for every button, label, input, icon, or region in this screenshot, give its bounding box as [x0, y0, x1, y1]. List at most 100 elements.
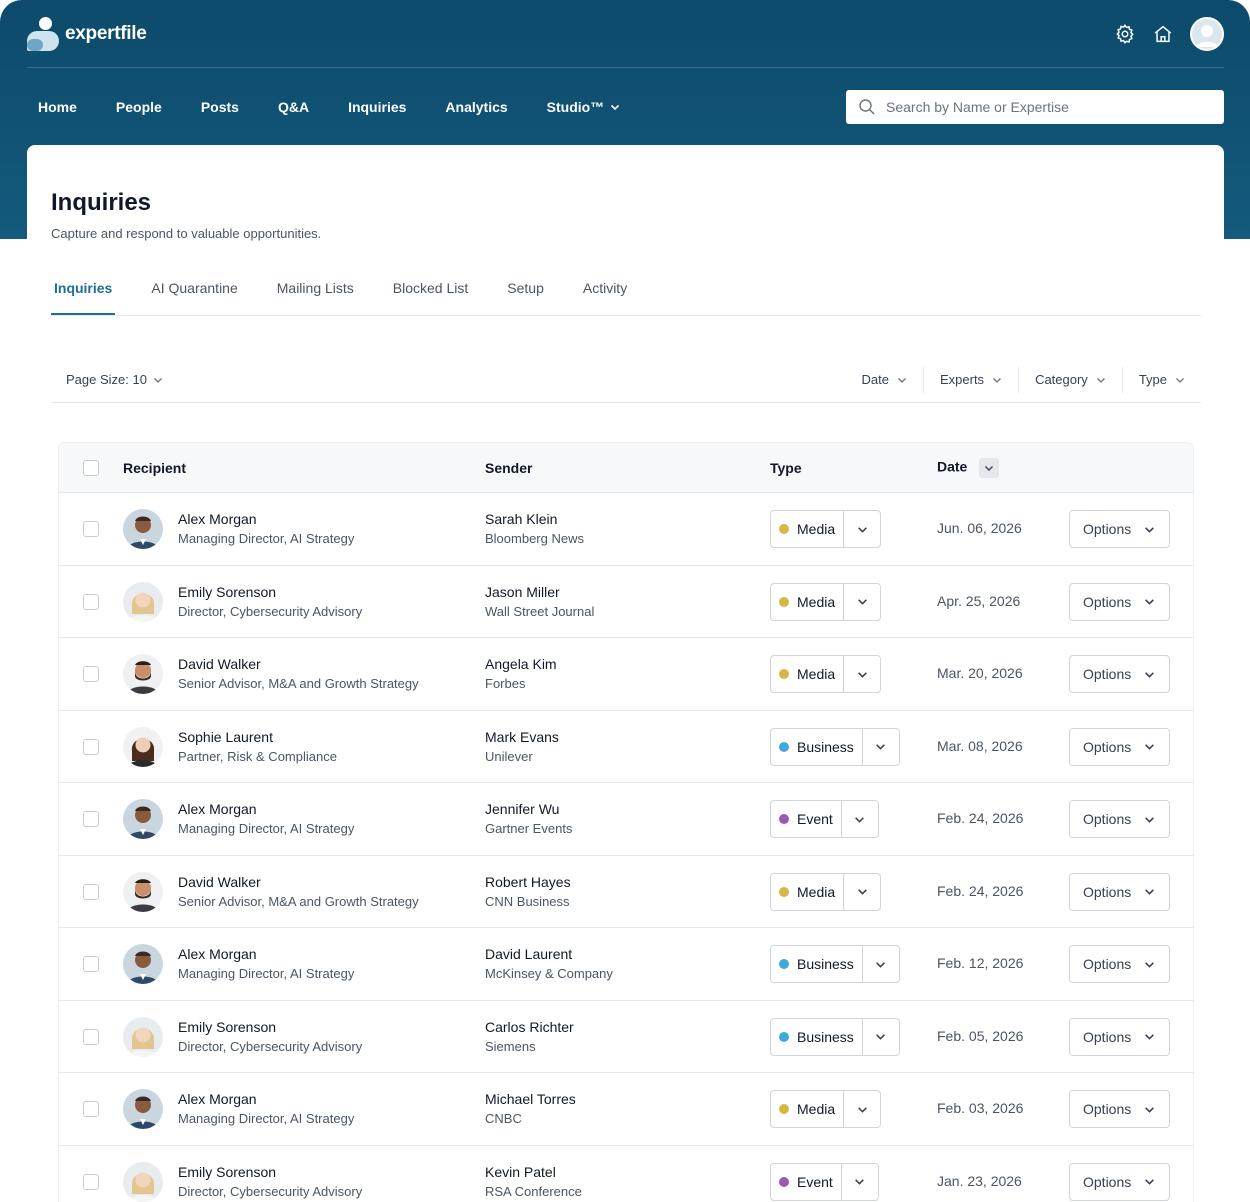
tab-activity[interactable]: Activity	[580, 273, 630, 315]
header-recipient[interactable]: Recipient	[123, 460, 186, 476]
table-row[interactable]: Alex Morgan Managing Director, AI Strateg…	[59, 783, 1193, 856]
nav-people[interactable]: People	[116, 99, 162, 115]
recipient-name[interactable]: Alex Morgan	[178, 511, 257, 527]
type-label-button[interactable]: Media	[771, 873, 845, 910]
type-label-button[interactable]: Media	[771, 511, 845, 547]
type-split-button[interactable]: Media	[770, 582, 882, 621]
table-row[interactable]: Emily Sorenson Director, Cybersecurity Ad…	[59, 566, 1193, 638]
filter-experts[interactable]: Experts	[922, 366, 1018, 393]
options-button[interactable]: Options	[1069, 1162, 1170, 1201]
options-button[interactable]: Options	[1069, 872, 1170, 911]
recipient-name[interactable]: David Walker	[178, 874, 261, 890]
nav-studio[interactable]: Studio™	[547, 99, 621, 115]
header-sender[interactable]: Sender	[485, 460, 532, 476]
nav-posts[interactable]: Posts	[201, 99, 239, 115]
filter-type[interactable]: Type	[1121, 366, 1201, 393]
table-row[interactable]: David Walker Senior Advisor, M&A and Grow…	[59, 856, 1193, 928]
row-checkbox[interactable]	[83, 1028, 99, 1045]
recipient-name[interactable]: Sophie Laurent	[178, 729, 273, 745]
options-button[interactable]: Options	[1069, 1017, 1170, 1056]
type-dropdown-toggle[interactable]	[863, 1019, 899, 1055]
table-row[interactable]: Emily Sorenson Director, Cybersecurity Ad…	[59, 1146, 1193, 1202]
type-dropdown-toggle[interactable]	[844, 874, 880, 910]
recipient-name[interactable]: Alex Morgan	[178, 946, 257, 962]
type-dropdown-toggle[interactable]	[844, 1091, 880, 1127]
type-split-button[interactable]: Media	[770, 872, 882, 911]
recipient-name[interactable]: David Walker	[178, 656, 261, 672]
logo[interactable]: expertfile	[27, 16, 147, 51]
header-date[interactable]: Date	[937, 458, 1000, 478]
nav-inquiries[interactable]: Inquiries	[348, 99, 406, 115]
type-split-button[interactable]: Media	[770, 510, 882, 548]
type-label-button[interactable]: Media	[771, 656, 845, 692]
type-label-button[interactable]: Event	[771, 1163, 842, 1200]
table-row[interactable]: Alex Morgan Managing Director, AI Strateg…	[59, 928, 1193, 1001]
row-checkbox[interactable]	[83, 666, 99, 682]
options-button[interactable]: Options	[1069, 510, 1170, 548]
table-row[interactable]: David Walker Senior Advisor, M&A and Grow…	[59, 638, 1193, 711]
page-size-select[interactable]: Page Size: 10	[51, 372, 163, 387]
select-all-checkbox[interactable]	[83, 460, 99, 476]
row-checkbox[interactable]	[83, 1173, 99, 1190]
type-split-button[interactable]: Business	[770, 1017, 900, 1056]
nav-analytics[interactable]: Analytics	[445, 99, 507, 115]
type-split-button[interactable]: Event	[770, 1162, 879, 1201]
type-split-button[interactable]: Media	[770, 655, 882, 693]
type-dropdown-toggle[interactable]	[863, 946, 899, 982]
row-checkbox[interactable]	[83, 521, 99, 537]
type-label-button[interactable]: Media	[771, 1091, 845, 1127]
recipient-name[interactable]: Emily Sorenson	[178, 1164, 276, 1180]
nav-qa[interactable]: Q&A	[278, 99, 309, 115]
row-checkbox[interactable]	[83, 593, 99, 610]
options-button[interactable]: Options	[1069, 582, 1170, 621]
type-label-button[interactable]: Media	[771, 583, 845, 620]
row-checkbox[interactable]	[83, 1101, 99, 1117]
type-dropdown-toggle[interactable]	[844, 656, 880, 692]
type-split-button[interactable]: Business	[770, 945, 900, 983]
type-label-button[interactable]: Event	[771, 801, 842, 837]
search-box[interactable]	[846, 90, 1224, 124]
header-type[interactable]: Type	[770, 460, 802, 476]
filter-category[interactable]: Category	[1018, 366, 1122, 393]
recipient-name[interactable]: Alex Morgan	[178, 801, 257, 817]
type-dropdown-toggle[interactable]	[844, 511, 880, 547]
options-button[interactable]: Options	[1069, 800, 1170, 838]
table-row[interactable]: Emily Sorenson Director, Cybersecurity Ad…	[59, 1001, 1193, 1073]
tab-setup[interactable]: Setup	[504, 273, 547, 315]
table-row[interactable]: Alex Morgan Managing Director, AI Strateg…	[59, 493, 1193, 566]
row-checkbox[interactable]	[83, 811, 99, 827]
options-button[interactable]: Options	[1069, 727, 1170, 766]
tab-ai-quarantine[interactable]: AI Quarantine	[148, 273, 240, 315]
filter-date[interactable]: Date	[846, 367, 923, 393]
type-label-button[interactable]: Business	[771, 1018, 863, 1055]
tab-blocked-list[interactable]: Blocked List	[390, 273, 471, 315]
tab-inquiries[interactable]: Inquiries	[51, 273, 116, 315]
row-checkbox[interactable]	[83, 883, 99, 900]
type-split-button[interactable]: Business	[770, 727, 900, 766]
user-avatar[interactable]	[1190, 16, 1224, 51]
gear-icon[interactable]	[1114, 23, 1136, 45]
type-split-button[interactable]: Media	[770, 1090, 882, 1128]
options-button[interactable]: Options	[1069, 655, 1170, 693]
search-input[interactable]	[886, 99, 1206, 115]
options-button[interactable]: Options	[1069, 945, 1170, 983]
options-button[interactable]: Options	[1069, 1090, 1170, 1128]
table-row[interactable]: Alex Morgan Managing Director, AI Strateg…	[59, 1073, 1193, 1146]
recipient-name[interactable]: Emily Sorenson	[178, 1019, 276, 1035]
type-label-button[interactable]: Business	[771, 728, 863, 765]
type-dropdown-toggle[interactable]	[842, 1164, 878, 1200]
type-dropdown-toggle[interactable]	[844, 584, 880, 620]
type-dropdown-toggle[interactable]	[842, 801, 878, 837]
row-checkbox[interactable]	[83, 956, 99, 972]
sort-desc-icon[interactable]	[979, 458, 1000, 478]
type-dropdown-toggle[interactable]	[863, 729, 899, 765]
type-label-button[interactable]: Business	[771, 946, 863, 982]
nav-home[interactable]: Home	[38, 99, 77, 115]
tab-mailing-lists[interactable]: Mailing Lists	[274, 273, 357, 315]
type-split-button[interactable]: Event	[770, 800, 879, 838]
row-checkbox[interactable]	[83, 738, 99, 755]
table-row[interactable]: Sophie Laurent Partner, Risk & Compliance…	[59, 711, 1193, 783]
recipient-name[interactable]: Alex Morgan	[178, 1091, 257, 1107]
home-icon[interactable]	[1152, 23, 1174, 45]
recipient-name[interactable]: Emily Sorenson	[178, 584, 276, 600]
